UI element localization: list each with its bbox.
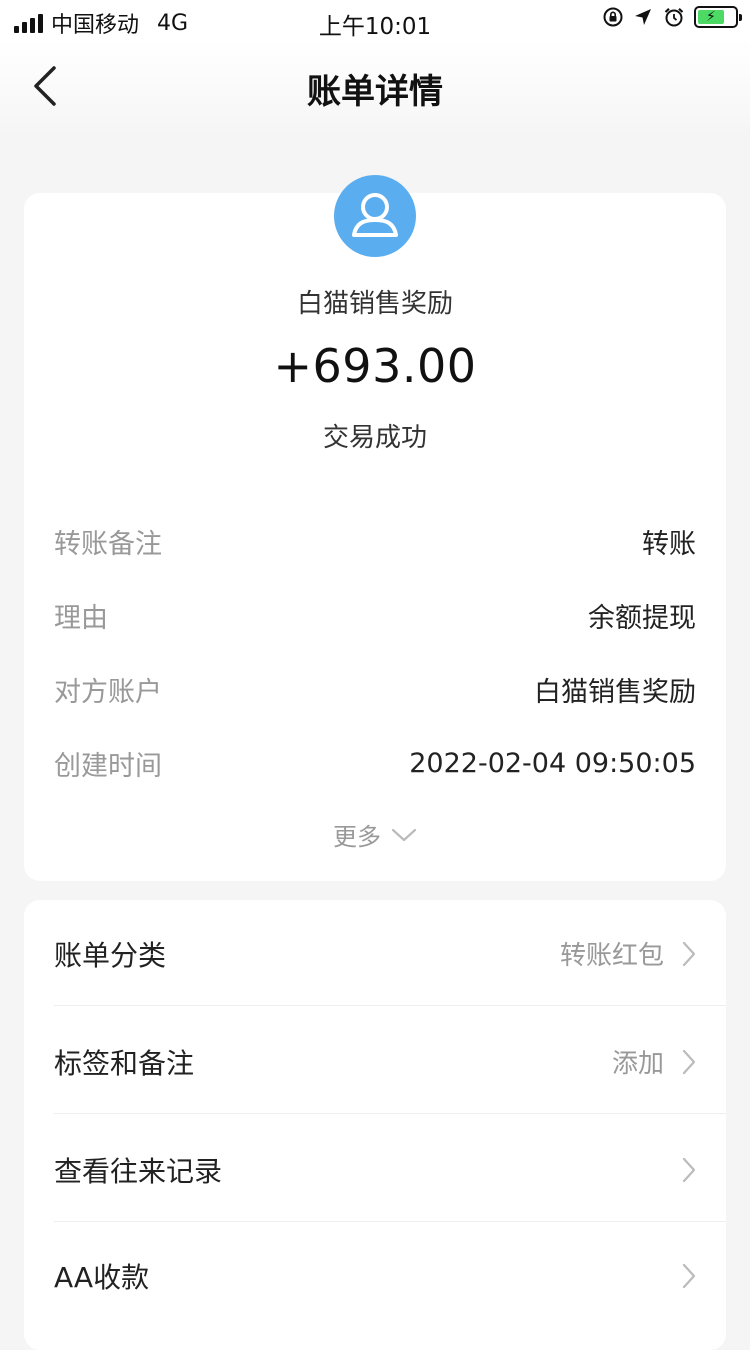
orientation-lock-icon [603,7,623,27]
detail-row-created-time: 创建时间 2022-02-04 09:50:05 [54,743,696,783]
menu-label: AA收款 [54,1261,150,1294]
status-bar-right: ⚡ [602,6,742,28]
menu-value: 添加 [611,1049,664,1079]
detail-row-counterparty: 对方账户 白猫销售奖励 [54,669,696,709]
detail-label: 理由 [54,602,108,634]
detail-value: 白猫销售奖励 [534,676,696,708]
transaction-status: 交易成功 [322,423,427,453]
transaction-amount: +693.00 [273,339,477,393]
detail-value: 2022-02-04 09:50:05 [409,747,696,779]
menu-right [664,1263,696,1289]
more-button[interactable]: 更多 [24,817,726,852]
menu-right: 添加 [612,1043,696,1080]
status-bar: 中国移动 4G 上午10:01 ⚡ [0,0,750,40]
menu-label: 账单分类 [54,938,167,972]
detail-label: 对方账户 [54,676,162,708]
payee-name: 白猫销售奖励 [296,289,453,319]
menu-value: 转账红包 [559,941,664,971]
chevron-down-icon [391,828,417,841]
chevron-right-icon [682,1157,696,1182]
avatar [334,175,416,257]
user-avatar-icon [334,175,416,257]
menu-right [664,1157,696,1183]
detail-label: 创建时间 [54,750,162,782]
menu-item-transaction-history[interactable]: 查看往来记录 [54,1118,726,1222]
menu-label: 查看往来记录 [54,1154,223,1188]
menu-right: 转账红包 [560,935,696,972]
menu-item-aa-collection[interactable]: AA收款 [54,1224,726,1328]
more-label: 更多 [333,823,381,851]
alarm-icon [664,7,684,27]
battery-icon: ⚡ [694,6,742,28]
chevron-right-icon [682,1263,696,1289]
chevron-right-icon [682,1049,696,1074]
detail-row-remark: 转账备注 转账 [54,521,696,561]
detail-label: 转账备注 [54,528,162,560]
location-arrow-icon [635,9,651,25]
page-title: 账单详情 [307,72,443,112]
detail-value: 转账 [642,528,696,560]
menu-item-tags-notes[interactable]: 标签和备注 添加 [54,1010,726,1114]
menu-item-bill-category[interactable]: 账单分类 转账红包 [54,902,726,1006]
transaction-card: 白猫销售奖励 +693.00 交易成功 转账备注 转账 理由 余额提现 对方账户… [24,175,726,881]
detail-row-reason: 理由 余额提现 [54,595,696,635]
detail-value: 余额提现 [588,602,696,634]
action-menu-card: 账单分类 转账红包 标签和备注 添加 查看往来记录 AA收款 [24,900,726,1350]
navigation-bar: 账单详情 [0,40,750,130]
chevron-right-icon [682,941,696,966]
menu-label: 标签和备注 [54,1046,195,1080]
